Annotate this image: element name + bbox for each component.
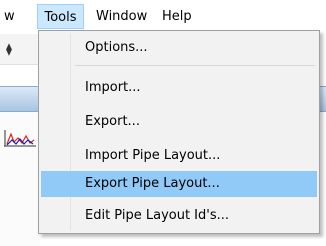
menu-bar: w Tools Window Help [0,0,326,34]
header-band [0,86,40,112]
menu-item-edit-pipe-layout-ids[interactable]: Edit Pipe Layout Id's... [41,203,317,229]
header-band-right [320,86,326,112]
menu-separator [75,65,315,66]
menu-item-export[interactable]: Export... [41,109,317,135]
toolbar: ⧫ [0,34,40,65]
menu-window[interactable]: Window [96,4,147,29]
tools-dropdown-menu: Options... Import... Export... Import Pi… [38,30,320,234]
menu-item-options[interactable]: Options... [41,35,317,61]
graph-thumbnail-icon[interactable] [2,128,38,150]
toolbar-tool-icon[interactable]: ⧫ [6,42,12,56]
menu-help[interactable]: Help [162,4,192,29]
menu-item-import-pipe-layout[interactable]: Import Pipe Layout... [41,143,317,169]
menu-tools[interactable]: Tools [37,4,84,29]
menu-item-import[interactable]: Import... [41,75,317,101]
menu-item-export-pipe-layout[interactable]: Export Pipe Layout... [41,171,317,197]
menu-view[interactable]: w [0,4,15,29]
